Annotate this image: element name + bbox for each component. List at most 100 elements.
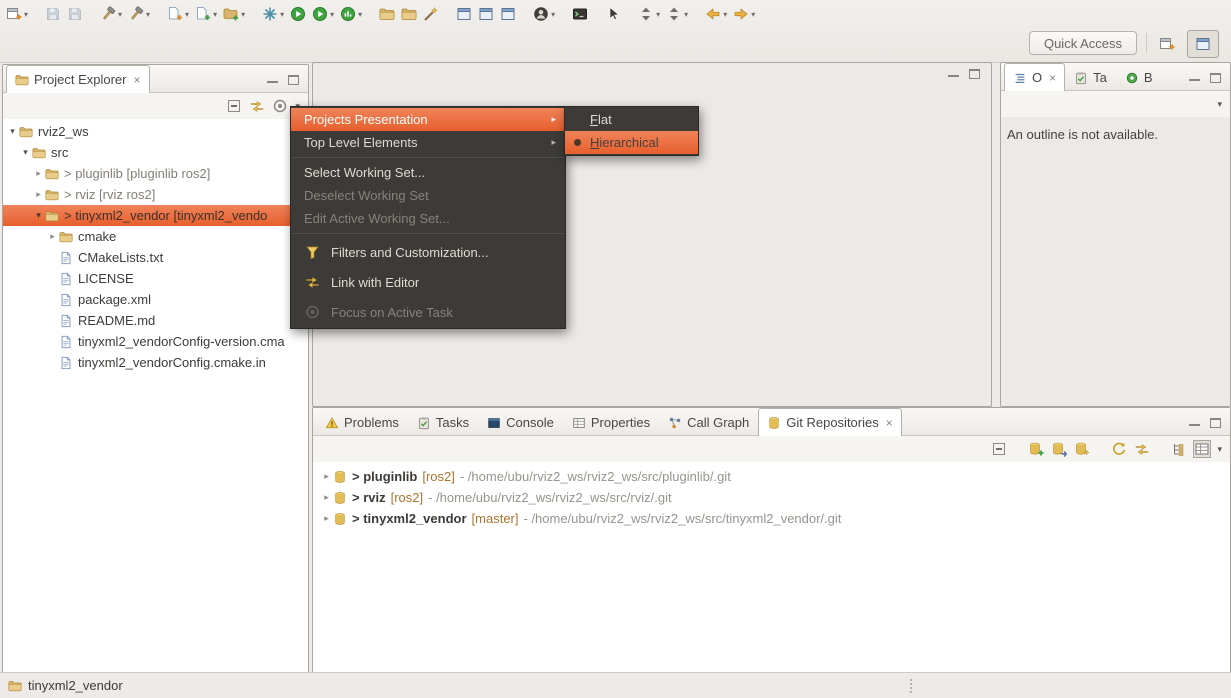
expander-icon[interactable]	[32, 189, 45, 200]
tab-properties[interactable]: Properties	[563, 409, 659, 435]
open-perspective-button[interactable]	[1151, 30, 1183, 58]
expander-icon[interactable]	[46, 231, 59, 242]
tab-build-targets[interactable]: B	[1116, 64, 1162, 90]
close-tab-icon[interactable]	[1049, 71, 1056, 85]
back-button[interactable]	[703, 2, 729, 26]
forward-button[interactable]	[731, 2, 757, 26]
new-source-file-button[interactable]	[165, 2, 191, 26]
menu-item-projects-presentation[interactable]: Projects Presentation	[291, 108, 565, 131]
tree-item[interactable]: package.xml	[3, 289, 308, 310]
build-button[interactable]	[98, 2, 124, 26]
open-editor-view-button[interactable]	[476, 2, 496, 26]
select-pointer-button[interactable]	[603, 2, 623, 26]
collapse-all-icon[interactable]	[991, 441, 1007, 457]
view-menu-chevron[interactable]	[1217, 444, 1222, 455]
dropdown-chevron[interactable]	[280, 10, 284, 19]
hierarchy-layout-icon[interactable]	[1171, 441, 1187, 457]
dropdown-chevron[interactable]	[241, 10, 245, 19]
tab-call-graph[interactable]: Call Graph	[659, 409, 758, 435]
expander-icon[interactable]	[32, 168, 45, 179]
expander-icon[interactable]	[19, 147, 32, 158]
repository-row[interactable]: > pluginlib [ros2] - /home/ubu/rviz2_ws/…	[313, 466, 1230, 487]
repository-row[interactable]: > tinyxml2_vendor [master] - /home/ubu/r…	[313, 508, 1230, 529]
maximize-view-button[interactable]	[1207, 416, 1224, 430]
tab-problems[interactable]: Problems	[316, 409, 408, 435]
tab-outline[interactable]: O	[1004, 63, 1066, 91]
minimize-editor-button[interactable]	[945, 67, 962, 81]
clone-repository-icon[interactable]	[1051, 441, 1067, 457]
tree-item[interactable]: README.md	[3, 310, 308, 331]
tree-item[interactable]: > pluginlib [pluginlib ros2]	[3, 163, 308, 184]
expander-icon[interactable]	[6, 126, 19, 137]
expander-icon[interactable]	[320, 513, 333, 524]
tree-item[interactable]: tinyxml2_vendorConfig-version.cma	[3, 331, 308, 352]
tree-item[interactable]: LICENSE	[3, 268, 308, 289]
tab-project-explorer[interactable]: Project Explorer	[6, 65, 150, 93]
dropdown-chevron[interactable]	[146, 10, 150, 19]
user-menu-button[interactable]	[531, 2, 557, 26]
menu-item-link-with-editor[interactable]: Link with Editor	[291, 267, 565, 297]
tab-console[interactable]: Console	[478, 409, 563, 435]
expander-icon[interactable]	[320, 492, 333, 503]
open-console-view-button[interactable]	[454, 2, 474, 26]
menu-item-filters-and-customization[interactable]: Filters and Customization...	[291, 237, 565, 267]
dropdown-chevron[interactable]	[684, 10, 688, 19]
tree-item[interactable]: CMakeLists.txt	[3, 247, 308, 268]
build-all-button[interactable]	[126, 2, 152, 26]
minimize-view-button[interactable]	[1186, 416, 1203, 430]
quick-access-button[interactable]: Quick Access	[1028, 31, 1137, 55]
previous-annotation-button[interactable]	[664, 2, 690, 26]
focus-on-task-icon[interactable]	[272, 98, 288, 114]
run-button[interactable]	[310, 2, 336, 26]
new-wizard-button[interactable]	[4, 2, 30, 26]
flat-layout-icon[interactable]	[1193, 440, 1212, 458]
dropdown-chevron[interactable]	[751, 10, 755, 19]
maximize-editor-button[interactable]	[966, 67, 983, 81]
profile-button[interactable]	[338, 2, 364, 26]
dropdown-chevron[interactable]	[185, 10, 189, 19]
menu-item-select-working-set[interactable]: Select Working Set...	[291, 161, 565, 184]
tree-item[interactable]: src	[3, 142, 308, 163]
open-folder-button[interactable]	[377, 2, 397, 26]
search-wand-button[interactable]	[421, 2, 441, 26]
dropdown-chevron[interactable]	[213, 10, 217, 19]
dropdown-chevron[interactable]	[358, 10, 362, 19]
dropdown-chevron[interactable]	[118, 10, 122, 19]
tree-item[interactable]: > rviz [rviz ros2]	[3, 184, 308, 205]
tree-item[interactable]: tinyxml2_vendorConfig.cmake.in	[3, 352, 308, 373]
tree-item[interactable]: rviz2_ws	[3, 121, 308, 142]
link-with-selection-icon[interactable]	[1134, 441, 1150, 457]
view-menu-chevron[interactable]	[1217, 99, 1222, 110]
open-outline-view-button[interactable]	[498, 2, 518, 26]
maximize-view-button[interactable]	[285, 73, 302, 87]
add-repository-icon[interactable]	[1028, 441, 1044, 457]
tree-item[interactable]: cmake	[3, 226, 308, 247]
tab-tasks[interactable]: Tasks	[408, 409, 478, 435]
dropdown-chevron[interactable]	[330, 10, 334, 19]
tab-git-repositories[interactable]: Git Repositories	[758, 408, 902, 436]
maximize-view-button[interactable]	[1207, 71, 1224, 85]
collapse-all-icon[interactable]	[226, 98, 242, 114]
new-class-button[interactable]	[193, 2, 219, 26]
dropdown-chevron[interactable]	[551, 10, 555, 19]
menu-item-flat[interactable]: Flat	[565, 108, 698, 131]
cpp-perspective-button[interactable]	[1187, 30, 1219, 58]
minimize-view-button[interactable]	[264, 73, 281, 87]
open-project-button[interactable]	[399, 2, 419, 26]
repository-row[interactable]: > rviz [ros2] - /home/ubu/rviz2_ws/rviz2…	[313, 487, 1230, 508]
terminal-button[interactable]	[570, 2, 590, 26]
menu-item-top-level-elements[interactable]: Top Level Elements	[291, 131, 565, 154]
tree-item-selected[interactable]: > tinyxml2_vendor [tinyxml2_vendo	[3, 205, 308, 226]
expander-icon[interactable]	[32, 210, 45, 221]
dropdown-chevron[interactable]	[656, 10, 660, 19]
expander-icon[interactable]	[320, 471, 333, 482]
resume-button[interactable]	[288, 2, 308, 26]
status-bar-grip[interactable]	[910, 679, 912, 693]
next-annotation-button[interactable]	[636, 2, 662, 26]
minimize-view-button[interactable]	[1186, 71, 1203, 85]
dropdown-chevron[interactable]	[24, 10, 28, 19]
link-with-editor-icon[interactable]	[249, 98, 265, 114]
debug-button[interactable]	[260, 2, 286, 26]
new-folder-button[interactable]	[221, 2, 247, 26]
close-tab-icon[interactable]	[886, 416, 893, 430]
